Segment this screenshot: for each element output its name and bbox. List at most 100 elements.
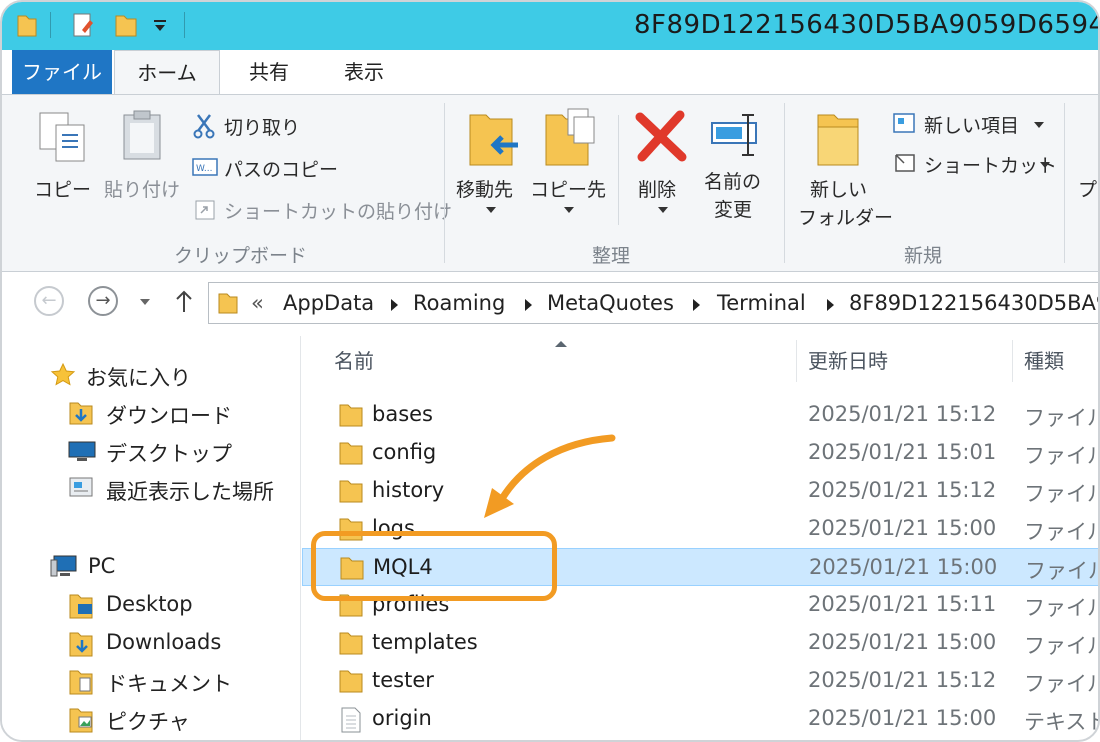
breadcrumb-terminal-id[interactable]: 8F89D122156430D5BA9 [849,291,1098,315]
file-type: ファイル フ [1024,520,1100,544]
breadcrumb-metaquotes[interactable]: MetaQuotes [547,291,674,315]
forward-button[interactable]: → [88,286,118,316]
breadcrumb-roaming[interactable]: Roaming [413,291,505,315]
file-row[interactable]: history 2025/01/21 15:12 ファイル フ [302,472,1100,510]
file-row[interactable]: bases 2025/01/21 15:12 ファイル フ [302,396,1098,434]
delete-button[interactable]: 削除 [638,175,676,202]
nav-fav-downloads[interactable]: ダウンロード [106,400,232,430]
copy-path-button[interactable]: パスのコピー [224,155,338,182]
new-folder-line2[interactable]: フォルダー [798,203,893,230]
open-group-overflow[interactable]: プ [1078,175,1097,202]
nav-fav-recent[interactable]: 最近表示した場所 [106,476,274,506]
recent-locations-icon[interactable] [140,299,150,305]
new-item-button[interactable]: 新しい項目 [924,111,1019,138]
file-date: 2025/01/21 15:00 [808,630,997,654]
downloads-folder-icon [69,632,93,657]
nav-pc-documents[interactable]: ドキュメント [106,668,232,698]
up-arrow-icon[interactable] [174,290,194,314]
move-to-button[interactable]: 移動先 [456,175,513,202]
copy-to-icon [545,108,595,166]
column-header-date[interactable]: 更新日時 [808,336,888,386]
file-row[interactable]: config 2025/01/21 15:01 ファイル フ [302,434,1100,472]
paste-shortcut-button[interactable]: ショートカットの貼り付け [224,197,452,224]
folder-icon [339,480,363,503]
nav-pc-pictures[interactable]: ピクチャ [106,706,190,736]
documents-folder-icon [69,670,93,695]
svg-text:W...: W... [196,164,212,174]
scissors-icon [193,114,215,139]
nav-fav-desktop[interactable]: デスクトップ [106,438,232,468]
star-icon [50,362,76,386]
window-title: 8F89D122156430D5BA9059D65949 [634,10,1100,40]
paste-shortcut-icon [195,200,215,220]
file-type: ファイル フ [1024,672,1100,696]
ribbon: コピー 貼り付け 切り取り W... パスのコピー ショートカットの貼り付け ク… [2,94,1098,272]
delete-icon [635,110,687,162]
cut-button[interactable]: 切り取り [224,113,300,140]
file-row[interactable]: templates 2025/01/21 15:00 ファイル フ [302,624,1100,662]
column-header-name[interactable]: 名前 [334,336,374,386]
copy-path-icon: W... [192,158,218,176]
file-name: config [372,440,437,464]
file-date: 2025/01/21 15:12 [808,402,997,426]
pc-icon [50,555,77,577]
shortcut-button[interactable]: ショートカット [924,151,1057,178]
column-header-type[interactable]: 種類 [1024,336,1064,386]
copy-button[interactable]: コピー [34,175,91,202]
nav-pc-desktop[interactable]: Desktop [106,592,193,616]
chevron-down-icon[interactable] [152,12,168,38]
new-folder-icon [817,114,859,166]
copy-icon [39,112,85,162]
file-date: 2025/01/21 15:12 [808,668,997,692]
desktop-folder-icon [69,594,93,619]
tab-file[interactable]: ファイル [12,50,112,94]
file-type: ファイル フ [1024,634,1100,658]
nav-pc-downloads[interactable]: Downloads [106,630,221,654]
rename-button-line2[interactable]: 変更 [714,195,752,222]
file-name: tester [372,668,434,692]
file-row[interactable]: origin 2025/01/21 15:00 テキスト [302,700,1100,738]
text-file-icon [341,707,361,733]
file-type: ファイル フ [1024,482,1100,506]
organize-group-label: 整理 [592,245,631,267]
new-folder-icon[interactable] [114,12,138,38]
pictures-folder-icon [69,708,93,733]
nav-pc[interactable]: PC [88,554,115,578]
breadcrumb-overflow[interactable]: « [251,291,264,315]
breadcrumb-appdata[interactable]: AppData [283,291,374,315]
nav-favorites[interactable]: お気に入り [86,362,191,392]
navigation-pane: お気に入り ダウンロード デスクトップ 最近表示した場所 PC Desktop … [2,336,300,740]
folder-icon [339,670,363,693]
properties-icon[interactable] [72,12,96,38]
file-row[interactable]: tester 2025/01/21 15:12 ファイル フ [302,662,1100,700]
desktop-icon [68,441,96,461]
new-group-label: 新規 [904,245,943,267]
navigation-bar: ← → « AppData Roaming MetaQuotes Termina… [2,272,1098,336]
new-item-icon [893,113,915,133]
file-name: bases [372,402,434,426]
file-type: ファイル フ [1024,444,1100,468]
file-type: テキスト [1024,710,1100,734]
tab-view[interactable]: 表示 [324,50,404,94]
file-name: templates [372,630,478,654]
shortcut-icon [895,154,915,172]
new-folder-line1[interactable]: 新しい [810,175,867,202]
ribbon-tabs: ファイル ホーム 共有 表示 [2,50,1098,94]
tab-share[interactable]: 共有 [234,50,304,94]
file-date: 2025/01/21 15:00 [809,555,998,579]
explorer-window: 8F89D122156430D5BA9059D65949 ファイル ホーム 共有… [0,0,1100,742]
rename-button-line1[interactable]: 名前の [704,167,761,194]
folder-icon [339,632,363,655]
file-type: ファイル フ [1024,596,1100,620]
paste-icon [123,110,161,160]
paste-button[interactable]: 貼り付け [104,175,180,202]
file-date: 2025/01/21 15:11 [808,592,997,616]
address-bar[interactable]: « AppData Roaming MetaQuotes Terminal 8F… [208,282,1098,324]
folder-icon[interactable] [16,12,38,38]
copy-to-button[interactable]: コピー先 [530,175,606,202]
title-bar: 8F89D122156430D5BA9059D65949 [2,2,1098,50]
tab-home[interactable]: ホーム [114,50,220,94]
folder-icon [218,293,238,314]
back-button[interactable]: ← [34,286,64,316]
breadcrumb-terminal[interactable]: Terminal [717,291,806,315]
